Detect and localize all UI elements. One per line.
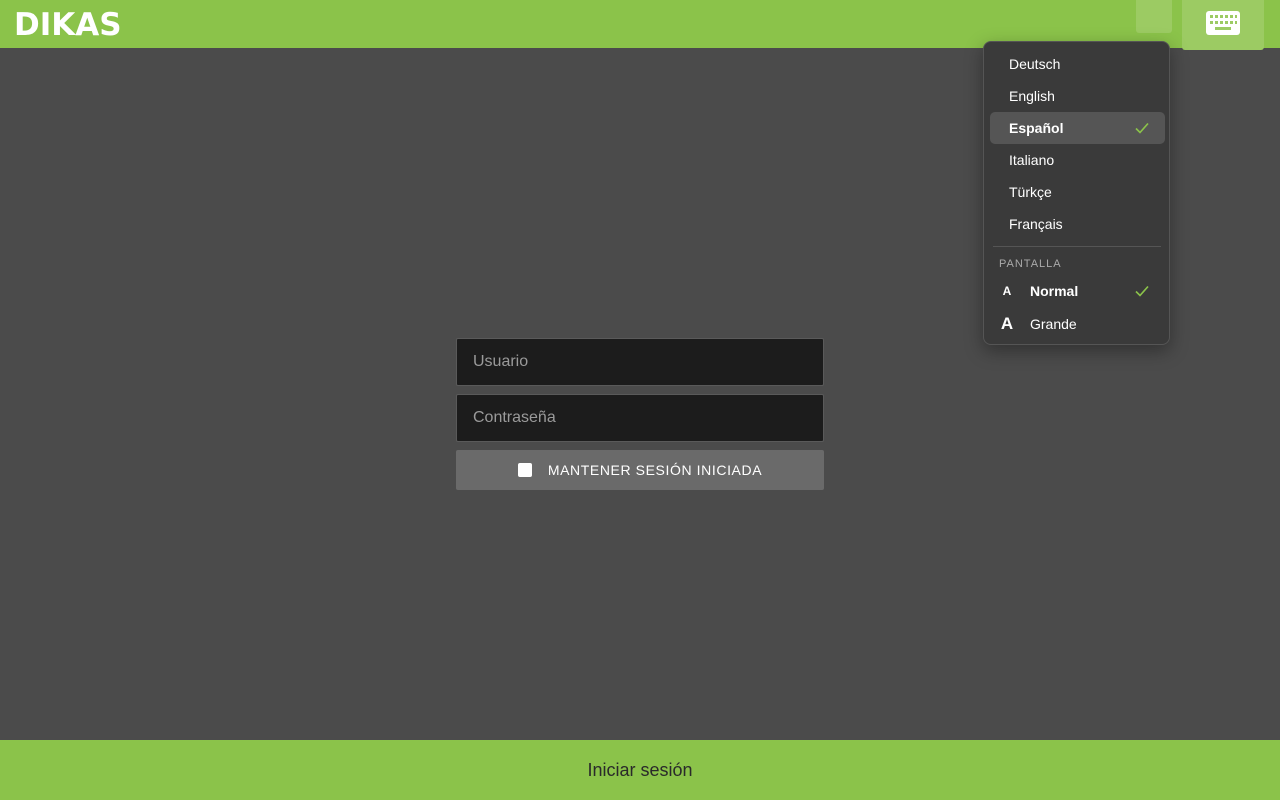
dikas-logo: DIKAS: [14, 4, 122, 44]
display-section-label: PANTALLA: [999, 258, 1062, 270]
language-option-english[interactable]: English: [990, 80, 1165, 112]
language-label: Français: [1009, 216, 1063, 232]
keep-session-toggle[interactable]: MANTENER SESIÓN INICIADA: [456, 450, 824, 490]
language-option-italiano[interactable]: Italiano: [990, 144, 1165, 176]
keep-session-checkbox[interactable]: [517, 463, 532, 477]
language-label: Español: [1009, 120, 1064, 136]
font-size-small-icon: A: [1002, 284, 1012, 298]
display-option-normal[interactable]: A Normal: [990, 275, 1165, 307]
check-icon: [1135, 122, 1149, 134]
keyboard-icon: [1206, 11, 1240, 35]
language-option-espanol[interactable]: Español: [990, 112, 1165, 144]
keyboard-button[interactable]: [1182, 0, 1264, 50]
menu-divider: [993, 246, 1161, 247]
language-option-francais[interactable]: Français: [990, 208, 1165, 240]
font-size-large-icon: A: [1000, 314, 1014, 333]
check-icon: [1135, 285, 1149, 297]
language-label: English: [1009, 88, 1055, 104]
language-label: Türkçe: [1009, 184, 1052, 200]
display-option-label: Grande: [1030, 316, 1077, 332]
logo-text: DIKAS: [14, 7, 122, 43]
keep-session-label: MANTENER SESIÓN INICIADA: [547, 462, 763, 478]
language-label: Italiano: [1009, 152, 1055, 168]
username-input[interactable]: [456, 338, 824, 386]
language-menu: Deutsch English Español Italiano Türkçe …: [983, 41, 1170, 345]
login-button[interactable]: Iniciar sesión: [0, 740, 1280, 800]
language-label: Deutsch: [1009, 56, 1061, 72]
login-button-label: Iniciar sesión: [587, 759, 693, 780]
language-option-turkce[interactable]: Türkçe: [990, 176, 1165, 208]
language-option-deutsch[interactable]: Deutsch: [990, 48, 1165, 80]
password-input[interactable]: [456, 394, 824, 442]
display-option-grande[interactable]: A Grande: [990, 308, 1165, 340]
display-option-label: Normal: [1030, 283, 1079, 299]
top-small-button[interactable]: [1136, 0, 1172, 33]
